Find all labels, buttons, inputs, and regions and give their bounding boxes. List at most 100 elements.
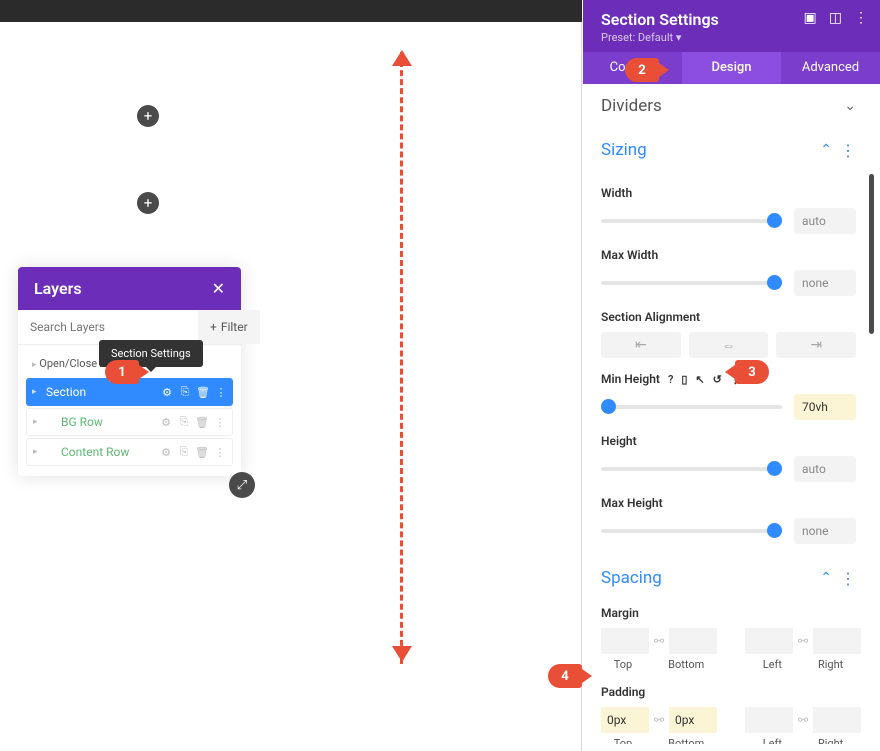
more-icon[interactable]: ⋮ <box>832 141 856 160</box>
align-center-button[interactable]: ⇔ <box>689 332 769 358</box>
accordion-dividers[interactable]: Dividers ⌄ <box>583 84 874 128</box>
more-icon[interactable]: ⋮ <box>832 569 856 588</box>
padding-left-input[interactable] <box>745 707 793 733</box>
add-module-button[interactable]: + <box>137 192 159 214</box>
height-input[interactable] <box>794 456 856 482</box>
link-icon[interactable]: ⚯ <box>649 634 669 648</box>
trash-icon[interactable]: 🗑 <box>197 386 209 398</box>
canvas-body: + + + Layers ✕ + Filter ▸ Open/Close All <box>0 22 582 751</box>
filter-button[interactable]: + Filter <box>198 310 260 344</box>
help-icon[interactable]: ? <box>668 373 673 386</box>
trash-icon[interactable]: 🗑 <box>196 446 208 458</box>
tab-design[interactable]: Design <box>682 52 781 84</box>
layers-title: Layers <box>34 279 82 298</box>
more-icon[interactable]: ⋮ <box>214 446 226 458</box>
margin-right-input[interactable] <box>813 628 861 654</box>
max-width-label: Max Width <box>601 248 856 262</box>
alignment-label: Section Alignment <box>601 310 856 324</box>
layer-label: BG Row <box>43 415 160 429</box>
height-slider[interactable] <box>601 467 782 471</box>
layer-label: Content Row <box>43 445 160 459</box>
layer-actions: ⚙ ⎘ 🗑 ⋮ <box>160 446 226 458</box>
min-height-input[interactable] <box>794 394 856 420</box>
settings-scroll[interactable]: Dividers ⌄ Sizing ⌃ ⋮ Width Max Width <box>583 84 880 744</box>
align-left-button[interactable]: ⇤ <box>601 332 681 358</box>
spacing-body: Margin ⚯ TopBottom ⚯ <box>583 606 874 744</box>
height-label: Height <box>601 434 856 448</box>
layer-actions: ⚙ ⎘ 🗑 ⋮ <box>160 416 226 428</box>
width-label: Width <box>601 186 856 200</box>
more-icon[interactable]: ⋮ <box>214 416 226 428</box>
search-input[interactable] <box>18 310 198 344</box>
chevron-up-icon: ⌃ <box>820 570 832 586</box>
max-height-slider[interactable] <box>601 529 782 533</box>
chevron-right-icon: ▸ <box>32 387 42 397</box>
height-indicator-line <box>400 52 403 664</box>
mobile-icon[interactable]: ▯ <box>681 373 687 386</box>
hover-icon[interactable]: ↖ <box>695 373 704 386</box>
reset-icon[interactable]: ↺ <box>713 373 722 386</box>
padding-top-input[interactable] <box>601 707 649 733</box>
layer-item-bg-row[interactable]: ▸ BG Row ⚙ ⎘ 🗑 ⋮ <box>26 408 233 436</box>
max-height-label: Max Height <box>601 496 856 510</box>
duplicate-icon[interactable]: ⎘ <box>179 386 191 398</box>
expand-icon[interactable]: ▣ <box>804 10 817 26</box>
chevron-down-icon: ⌄ <box>844 98 856 114</box>
more-icon[interactable]: ⋮ <box>215 386 227 398</box>
margin-left-input[interactable] <box>745 628 793 654</box>
accordion-sizing[interactable]: Sizing ⌃ ⋮ <box>583 128 874 172</box>
layers-panel-header: Layers ✕ <box>18 267 241 310</box>
max-height-input[interactable] <box>794 518 856 544</box>
chevron-up-icon: ⌃ <box>820 142 832 158</box>
max-width-slider[interactable] <box>601 281 782 285</box>
more-icon[interactable]: ⋮ <box>854 10 868 26</box>
callout-badge-1: 1 <box>105 360 139 384</box>
accordion-label: Spacing <box>601 568 662 588</box>
panel-icon[interactable]: ◫ <box>829 10 842 26</box>
builder-canvas: + + + Layers ✕ + Filter ▸ Open/Close All <box>0 0 582 751</box>
accordion-label: Dividers <box>601 96 662 116</box>
link-icon[interactable]: ⚯ <box>793 634 813 648</box>
arrow-down-icon <box>392 646 412 662</box>
max-width-input[interactable] <box>794 270 856 296</box>
chevron-right-icon: ▸ <box>33 447 43 457</box>
close-icon[interactable]: ✕ <box>212 279 225 298</box>
gear-icon[interactable]: ⚙ <box>160 446 172 458</box>
width-input[interactable] <box>794 208 856 234</box>
align-right-button[interactable]: ⇥ <box>776 332 856 358</box>
add-module-button[interactable]: + <box>137 105 159 127</box>
resize-handle[interactable]: ⤢ <box>229 472 255 498</box>
padding-bottom-input[interactable] <box>669 707 717 733</box>
canvas-topbar <box>0 0 582 22</box>
arrow-up-icon <box>392 50 412 66</box>
layer-actions: ⚙ ⎘ 🗑 ⋮ <box>161 386 227 398</box>
accordion-label: Sizing <box>601 140 647 160</box>
settings-header: Section Settings Preset: Default ▾ ▣ ◫ ⋮ <box>583 0 880 52</box>
duplicate-icon[interactable]: ⎘ <box>178 416 190 428</box>
gear-icon[interactable]: ⚙ <box>160 416 172 428</box>
layer-item-content-row[interactable]: ▸ Content Row ⚙ ⎘ 🗑 ⋮ <box>26 438 233 466</box>
accordion-spacing[interactable]: Spacing ⌃ ⋮ <box>583 556 874 600</box>
header-actions: ▣ ◫ ⋮ <box>804 10 868 26</box>
link-icon[interactable]: ⚯ <box>793 713 813 727</box>
callout-badge-2: 2 <box>625 58 659 82</box>
plus-icon: + <box>210 320 217 334</box>
min-height-slider[interactable] <box>601 405 782 409</box>
preset-selector[interactable]: Preset: Default ▾ <box>601 31 862 44</box>
padding-label: Padding <box>601 685 856 699</box>
layer-label: Section <box>42 385 161 399</box>
padding-right-input[interactable] <box>813 707 861 733</box>
duplicate-icon[interactable]: ⎘ <box>178 446 190 458</box>
callout-badge-4: 4 <box>548 664 582 688</box>
tab-advanced[interactable]: Advanced <box>781 52 880 84</box>
chevron-down-icon: ▾ <box>676 31 682 44</box>
trash-icon[interactable]: 🗑 <box>196 416 208 428</box>
gear-icon[interactable]: ⚙ <box>161 386 173 398</box>
margin-label: Margin <box>601 606 856 620</box>
margin-top-input[interactable] <box>601 628 649 654</box>
margin-bottom-input[interactable] <box>669 628 717 654</box>
chevron-right-icon: ▸ <box>33 417 43 427</box>
link-icon[interactable]: ⚯ <box>649 713 669 727</box>
callout-badge-3: 3 <box>735 360 769 384</box>
width-slider[interactable] <box>601 219 782 223</box>
